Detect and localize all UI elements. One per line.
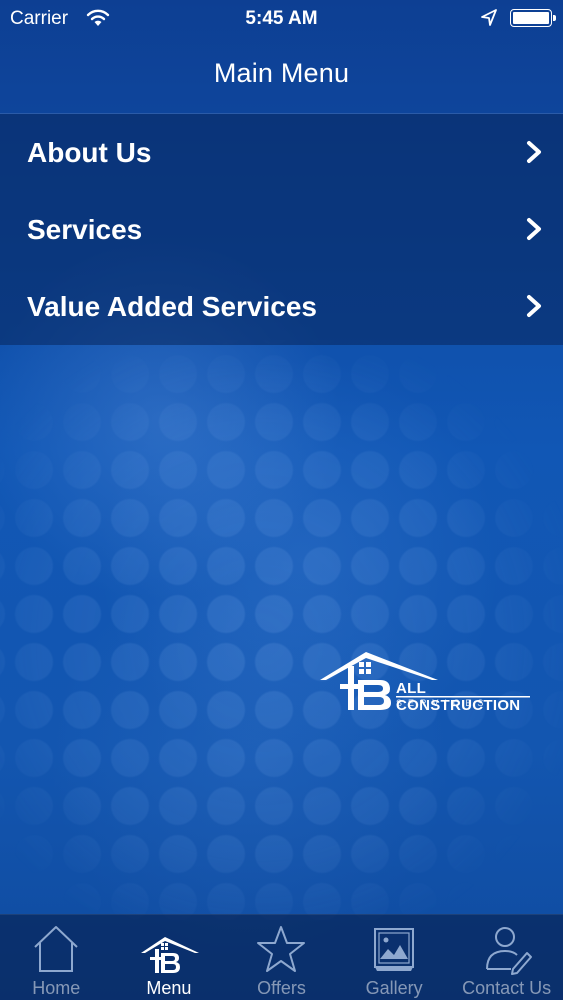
menu-item-value-added-services[interactable]: Value Added Services — [0, 268, 563, 345]
tab-bar: Home Menu Offers Gallery Contact Us — [0, 914, 563, 1000]
chevron-right-icon — [527, 141, 541, 163]
location-arrow-icon — [480, 8, 498, 34]
logo-text-secondary: SERVICES — [396, 698, 490, 708]
status-bar: Carrier 5:45 AM — [0, 0, 563, 38]
main-menu-list: About Us Services Value Added Services — [0, 114, 563, 345]
company-logo: ALL CONSTRUCTION SERVICES — [318, 646, 534, 714]
menu-item-about-us[interactable]: About Us — [0, 114, 563, 191]
battery-icon — [510, 9, 556, 27]
logo-text-primary: ALL CONSTRUCTION — [396, 680, 521, 714]
navigation-bar: Main Menu — [0, 38, 563, 114]
background-pattern — [0, 340, 563, 920]
menu-item-label: Value Added Services — [27, 290, 317, 322]
tab-contact-us[interactable]: Contact Us — [450, 915, 563, 1000]
chevron-right-icon — [527, 218, 541, 240]
tab-gallery[interactable]: Gallery — [338, 915, 451, 1000]
tab-menu[interactable]: Menu — [113, 915, 226, 1000]
home-icon — [34, 926, 78, 972]
tab-label: Contact Us — [462, 978, 552, 998]
menu-logo-icon — [140, 937, 199, 973]
tab-offers[interactable]: Offers — [225, 915, 338, 1000]
tab-label: Offers — [257, 978, 306, 998]
menu-item-label: Services — [27, 213, 143, 245]
battery-level — [513, 12, 549, 24]
tab-label: Menu — [146, 978, 192, 998]
clock: 5:45 AM — [245, 8, 318, 29]
app-screen: Carrier 5:45 AM Main Menu About Us Servi… — [0, 0, 563, 1000]
menu-item-label: About Us — [27, 136, 152, 168]
menu-item-services[interactable]: Services — [0, 191, 563, 268]
tab-label: Gallery — [365, 978, 423, 998]
star-icon — [257, 926, 306, 972]
chevron-right-icon — [527, 295, 541, 317]
contact-icon — [485, 927, 532, 975]
tab-home[interactable]: Home — [0, 915, 113, 1000]
page-title: Main Menu — [213, 58, 350, 88]
tab-label: Home — [32, 978, 81, 998]
gallery-icon — [374, 928, 415, 971]
